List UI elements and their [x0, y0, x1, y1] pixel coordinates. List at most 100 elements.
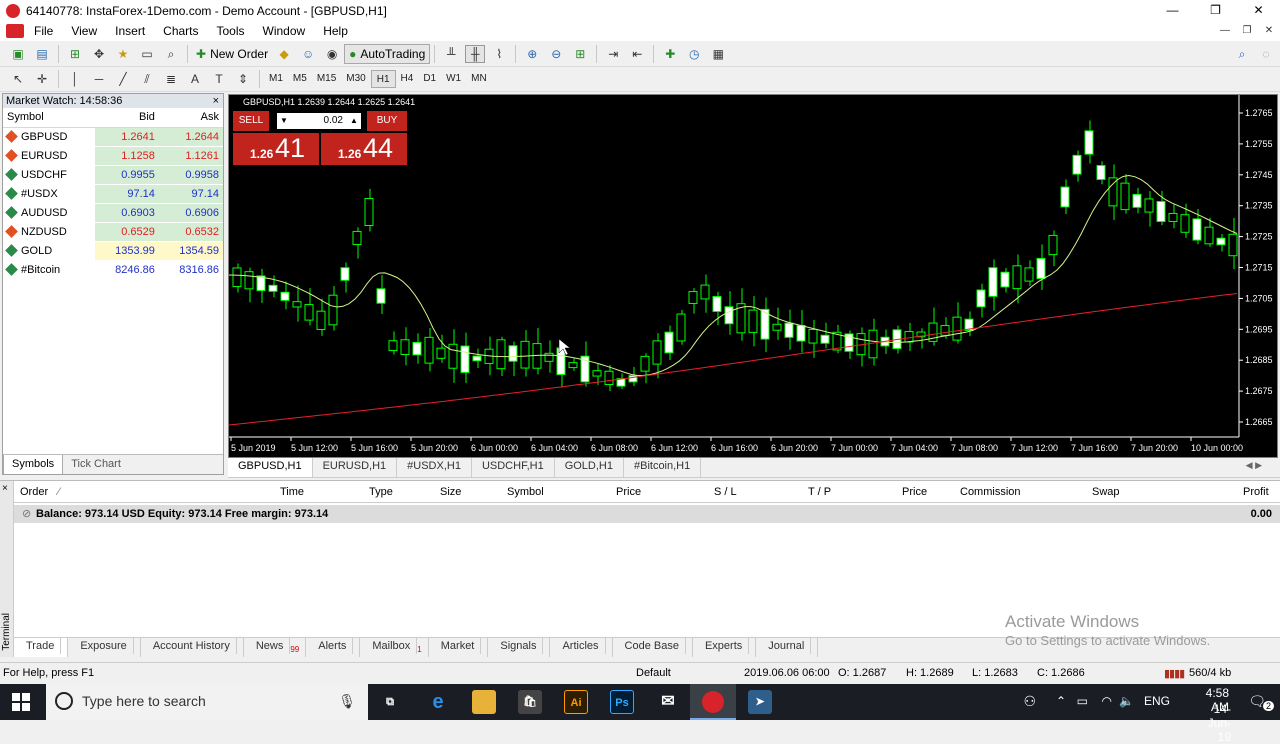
- chart-tabs-scroll[interactable]: ◀ ▶: [1236, 458, 1272, 473]
- column-commission[interactable]: Commission: [960, 486, 1021, 498]
- column-bid[interactable]: Bid: [94, 108, 159, 128]
- terminal-tab-market[interactable]: Market: [429, 638, 489, 657]
- taskbar-search[interactable]: Type here to search 🎙: [46, 684, 368, 720]
- terminal-close-button[interactable]: ×: [2, 483, 8, 494]
- indicators-icon[interactable]: ✚: [660, 45, 680, 63]
- tab-symbols[interactable]: Symbols: [3, 455, 64, 474]
- lot-increase-button[interactable]: ▲: [347, 113, 361, 129]
- sell-button[interactable]: SELL: [233, 111, 269, 131]
- market-watch-row[interactable]: NZDUSD 0.6529 0.6532: [3, 222, 223, 242]
- menu-charts[interactable]: Charts: [155, 24, 208, 38]
- bar-chart-icon[interactable]: ╨: [441, 45, 461, 63]
- text-icon[interactable]: A: [185, 70, 205, 88]
- volume-icon[interactable]: 🔈: [1119, 694, 1134, 708]
- buy-button[interactable]: BUY: [367, 111, 407, 131]
- mail-icon[interactable]: ✉: [656, 690, 680, 714]
- column-type[interactable]: Type: [369, 486, 393, 498]
- chart-tab-usdchf[interactable]: USDCHF,H1: [472, 458, 555, 477]
- tray-expand-icon[interactable]: ⌃: [1056, 694, 1066, 708]
- people-icon[interactable]: ⚇: [1023, 693, 1036, 710]
- column-tp[interactable]: T / P: [808, 486, 831, 498]
- terminal-tab-account-history[interactable]: Account History: [141, 638, 244, 657]
- tile-windows-icon[interactable]: ⊞: [570, 45, 590, 63]
- candlestick-icon[interactable]: ╫: [465, 45, 486, 63]
- lot-decrease-button[interactable]: ▼: [277, 113, 291, 129]
- community-icon[interactable]: ☺: [298, 45, 318, 63]
- windows-start-icon[interactable]: [12, 693, 30, 711]
- new-chart-icon[interactable]: ▣: [8, 45, 28, 63]
- sell-price-display[interactable]: 1.26 41: [233, 133, 319, 165]
- arrows-icon[interactable]: ⇕: [233, 70, 253, 88]
- terminal-tab-alerts[interactable]: Alerts: [306, 638, 361, 657]
- column-size[interactable]: Size: [440, 486, 461, 498]
- market-watch-row[interactable]: GOLD 1353.99 1354.59: [3, 241, 223, 261]
- signals-icon[interactable]: ◉: [322, 45, 342, 63]
- terminal-tab-news[interactable]: News 99: [244, 638, 307, 657]
- wifi-icon[interactable]: ◠: [1102, 694, 1112, 708]
- timeframe-m5[interactable]: M5: [288, 70, 312, 88]
- autotrading-button[interactable]: ● AutoTrading: [344, 44, 431, 64]
- terminal-tab-articles[interactable]: Articles: [550, 638, 613, 657]
- crosshair-icon[interactable]: ✛: [32, 70, 52, 88]
- timeframe-m30[interactable]: M30: [341, 70, 370, 88]
- child-restore-button[interactable]: ❐: [1236, 21, 1258, 41]
- file-explorer-icon[interactable]: [472, 690, 496, 714]
- menu-window[interactable]: Window: [255, 24, 316, 38]
- child-minimize-button[interactable]: —: [1214, 21, 1236, 41]
- templates-icon[interactable]: ▦: [708, 45, 728, 63]
- market-watch-row[interactable]: #USDX 97.14 97.14: [3, 184, 223, 204]
- chart-tab-usdx[interactable]: #USDX,H1: [397, 458, 472, 477]
- menu-tools[interactable]: Tools: [209, 24, 255, 38]
- market-watch-row[interactable]: AUDUSD 0.6903 0.6906: [3, 203, 223, 223]
- zoom-out-icon[interactable]: ⊖: [546, 45, 566, 63]
- column-order[interactable]: Order: [20, 486, 48, 498]
- column-current-price[interactable]: Price: [902, 486, 927, 498]
- column-sl[interactable]: S / L: [714, 486, 737, 498]
- language-indicator[interactable]: ENG: [1144, 694, 1170, 708]
- buy-price-display[interactable]: 1.26 44: [321, 133, 407, 165]
- autoscroll-icon[interactable]: ⇤: [627, 45, 647, 63]
- timeframe-m15[interactable]: M15: [312, 70, 341, 88]
- data-window-icon[interactable]: ✥: [89, 45, 109, 63]
- timeframe-d1[interactable]: D1: [418, 70, 441, 88]
- chart-tab-gold[interactable]: GOLD,H1: [555, 458, 624, 477]
- column-swap[interactable]: Swap: [1092, 486, 1120, 498]
- market-watch-row[interactable]: EURUSD 1.1258 1.1261: [3, 146, 223, 166]
- menu-help[interactable]: Help: [315, 24, 358, 38]
- price-chart[interactable]: 1.2765 1.2755 1.2745 1.2735 1.2725 1.2715 1.27…: [228, 94, 1278, 458]
- new-order-button[interactable]: ✚ New Order: [192, 44, 272, 64]
- column-symbol[interactable]: Symbol: [507, 486, 544, 498]
- lot-size-input[interactable]: 0.02: [291, 113, 347, 129]
- menu-view[interactable]: View: [63, 24, 107, 38]
- market-watch-close-button[interactable]: ×: [213, 94, 219, 108]
- minimize-button[interactable]: —: [1151, 0, 1194, 21]
- menu-file[interactable]: File: [26, 24, 63, 38]
- timeframe-h1[interactable]: H1: [370, 70, 396, 88]
- chart-tab-eurusd[interactable]: EURUSD,H1: [313, 458, 398, 477]
- timeframe-h4[interactable]: H4: [396, 70, 419, 88]
- timeframe-mn[interactable]: MN: [466, 70, 492, 88]
- chart-tab-gbpusd[interactable]: GBPUSD,H1: [228, 458, 313, 477]
- maximize-button[interactable]: ❐: [1194, 0, 1237, 21]
- channel-icon[interactable]: ⫽: [137, 70, 157, 88]
- clock-date[interactable]: 14-Jun-19: [1208, 702, 1231, 744]
- store-icon[interactable]: 🛍: [518, 690, 542, 714]
- strategy-tester-icon[interactable]: ⌕: [161, 45, 181, 63]
- menu-insert[interactable]: Insert: [107, 24, 155, 38]
- terminal-tab-signals[interactable]: Signals: [488, 638, 551, 657]
- market-watch-row[interactable]: #Bitcoin 8246.86 8316.86: [3, 260, 223, 280]
- profiles-icon[interactable]: ▤: [32, 45, 52, 63]
- cursor-icon[interactable]: ↖: [8, 70, 28, 88]
- status-traffic[interactable]: 560/4 kb: [1189, 667, 1231, 679]
- terminal-tab-mailbox[interactable]: Mailbox 1: [360, 638, 429, 657]
- horizontal-line-icon[interactable]: ─: [89, 70, 109, 88]
- chart-shift-icon[interactable]: ⇥: [603, 45, 623, 63]
- mdi-app-icon[interactable]: [6, 24, 24, 38]
- market-watch-row[interactable]: GBPUSD 1.2641 1.2644: [3, 127, 223, 147]
- column-ask[interactable]: Ask: [158, 108, 223, 128]
- chat-icon[interactable]: ◌: [1256, 45, 1276, 63]
- column-price[interactable]: Price: [616, 486, 641, 498]
- text-label-icon[interactable]: T: [209, 70, 229, 88]
- photoshop-icon[interactable]: Ps: [610, 690, 634, 714]
- network-adapter-icon[interactable]: ▭: [1077, 694, 1088, 708]
